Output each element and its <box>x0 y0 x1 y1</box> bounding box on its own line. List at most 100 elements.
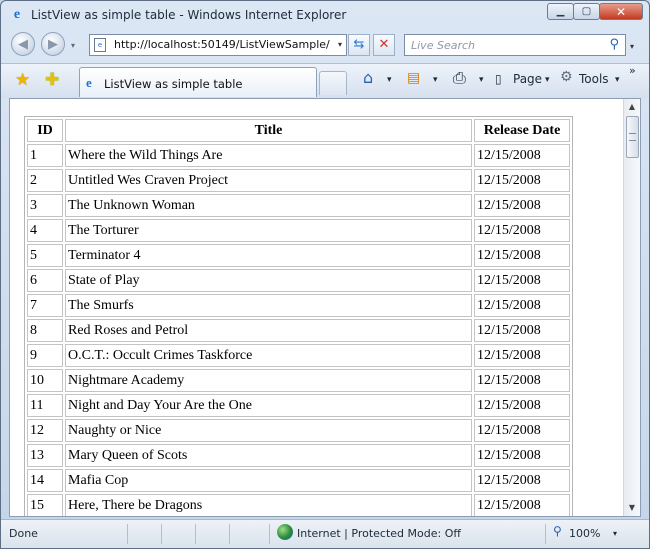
table-row: 11 Night and Day Your Are the One 12/15/20… <box>27 394 570 417</box>
gear-icon[interactable]: ⚙ <box>560 69 573 85</box>
header-title: Title <box>65 119 472 142</box>
status-divider <box>195 524 196 544</box>
refresh-button[interactable]: ⇆ <box>348 34 370 56</box>
scroll-up-icon[interactable]: ▲ <box>624 99 640 115</box>
back-button[interactable]: ◀ <box>11 32 35 56</box>
search-dropdown-icon[interactable]: ▾ <box>630 42 634 51</box>
favorites-star-icon[interactable]: ★ <box>15 70 30 90</box>
cell-release-date: 12/15/2008 <box>474 169 570 192</box>
status-divider <box>269 524 270 544</box>
print-icon[interactable]: ⎙ <box>453 68 466 88</box>
cell-id: 6 <box>27 269 63 292</box>
page-content: ID Title Release Date 1 Where the Wild Th… <box>9 98 641 517</box>
print-dropdown-icon[interactable]: ▾ <box>479 75 484 85</box>
cell-title: State of Play <box>65 269 472 292</box>
table-wrapper: ID Title Release Date 1 Where the Wild Th… <box>24 116 573 516</box>
zoom-icon[interactable]: ⚲ <box>553 524 562 538</box>
tab-label: ListView as simple table <box>104 77 243 91</box>
listview-table: ID Title Release Date 1 Where the Wild Th… <box>24 116 573 516</box>
cell-release-date: 12/15/2008 <box>474 144 570 167</box>
table-header-row: ID Title Release Date <box>27 119 570 142</box>
cell-title: The Torturer <box>65 219 472 242</box>
home-dropdown-icon[interactable]: ▾ <box>387 75 392 85</box>
add-favorites-icon[interactable]: ✚ <box>45 70 59 90</box>
vertical-scrollbar[interactable]: ▲ ▼ <box>623 99 640 516</box>
search-icon[interactable]: ⚲ <box>609 37 619 52</box>
table-row: 2 Untitled Wes Craven Project 12/15/2008 <box>27 169 570 192</box>
cell-id: 8 <box>27 319 63 342</box>
ie-logo-icon: e <box>13 7 21 22</box>
table-row: 4 The Torturer 12/15/2008 <box>27 219 570 242</box>
zoom-level[interactable]: 100% <box>569 527 600 540</box>
cell-id: 4 <box>27 219 63 242</box>
thumb-grip-icon <box>629 133 636 141</box>
cell-release-date: 12/15/2008 <box>474 494 570 516</box>
address-dropdown-icon[interactable]: ▾ <box>338 40 342 49</box>
chevron-more-icon[interactable]: » <box>629 64 636 77</box>
cell-title: Mafia Cop <box>65 469 472 492</box>
maximize-button[interactable]: ▢ <box>573 3 600 20</box>
ie-page-icon: e <box>86 75 92 90</box>
globe-icon <box>277 524 293 540</box>
table-row: 15 Here, There be Dragons 12/15/2008 <box>27 494 570 516</box>
feeds-dropdown-icon[interactable]: ▾ <box>433 75 438 85</box>
minimize-button[interactable]: ▁ <box>547 3 574 20</box>
stop-button[interactable]: ✕ <box>373 34 395 56</box>
forward-button[interactable]: ▶ <box>41 32 65 56</box>
scroll-thumb[interactable] <box>626 116 639 158</box>
table-body: 1 Where the Wild Things Are 12/15/2008 2 Unt… <box>27 144 570 516</box>
cell-id: 13 <box>27 444 63 467</box>
cell-title: The Unknown Woman <box>65 194 472 217</box>
tools-menu-button[interactable]: Tools <box>579 72 609 86</box>
table-row: 12 Naughty or Nice 12/15/2008 <box>27 419 570 442</box>
cell-title: Where the Wild Things Are <box>65 144 472 167</box>
zoom-dropdown-icon[interactable]: ▾ <box>613 529 617 538</box>
scroll-down-icon[interactable]: ▼ <box>624 500 640 516</box>
close-button[interactable]: ✕ <box>599 3 643 20</box>
table-row: 13 Mary Queen of Scots 12/15/2008 <box>27 444 570 467</box>
cell-release-date: 12/15/2008 <box>474 319 570 342</box>
security-zone[interactable]: Internet | Protected Mode: Off <box>297 527 461 540</box>
cell-id: 7 <box>27 294 63 317</box>
search-box[interactable]: Live Search ⚲ <box>404 34 626 56</box>
cell-id: 2 <box>27 169 63 192</box>
address-bar[interactable]: e http://localhost:50149/ListViewSample/… <box>89 34 347 56</box>
cell-release-date: 12/15/2008 <box>474 444 570 467</box>
table-row: 8 Red Roses and Petrol 12/15/2008 <box>27 319 570 342</box>
tab-listview[interactable]: e ListView as simple table <box>79 67 317 97</box>
table-row: 14 Mafia Cop 12/15/2008 <box>27 469 570 492</box>
cell-release-date: 12/15/2008 <box>474 469 570 492</box>
address-input[interactable]: http://localhost:50149/ListViewSample/S <box>114 38 330 51</box>
tools-dropdown-icon[interactable]: ▾ <box>615 75 620 85</box>
home-icon[interactable]: ⌂ <box>363 68 373 87</box>
page-dropdown-icon[interactable]: ▾ <box>545 75 550 85</box>
table-row: 5 Terminator 4 12/15/2008 <box>27 244 570 267</box>
search-input[interactable]: Live Search <box>411 39 475 52</box>
cell-release-date: 12/15/2008 <box>474 244 570 267</box>
recent-pages-dropdown-icon[interactable]: ▾ <box>71 41 75 50</box>
new-tab-button[interactable] <box>319 71 347 95</box>
cell-release-date: 12/15/2008 <box>474 419 570 442</box>
status-divider <box>127 524 128 544</box>
title-bar[interactable]: e ListView as simple table - Windows Int… <box>1 1 649 29</box>
status-divider <box>545 524 546 544</box>
table-row: 6 State of Play 12/15/2008 <box>27 269 570 292</box>
command-row: ★ ✚ e ListView as simple table ⌂ ▾ ▤ ▾ ⎙… <box>1 63 649 98</box>
feeds-icon[interactable]: ▤ <box>407 70 420 86</box>
cell-id: 14 <box>27 469 63 492</box>
browser-window: e ListView as simple table - Windows Int… <box>0 0 650 549</box>
cell-release-date: 12/15/2008 <box>474 369 570 392</box>
table-row: 1 Where the Wild Things Are 12/15/2008 <box>27 144 570 167</box>
window-title: ListView as simple table - Windows Inter… <box>31 8 347 22</box>
table-row: 10 Nightmare Academy 12/15/2008 <box>27 369 570 392</box>
cell-id: 10 <box>27 369 63 392</box>
page-menu-icon[interactable]: ▯ <box>495 72 502 86</box>
page-menu-button[interactable]: Page <box>513 72 542 86</box>
cell-title: Red Roses and Petrol <box>65 319 472 342</box>
table-row: 7 The Smurfs 12/15/2008 <box>27 294 570 317</box>
status-divider <box>229 524 230 544</box>
cell-id: 1 <box>27 144 63 167</box>
cell-release-date: 12/15/2008 <box>474 194 570 217</box>
status-bar: Done Internet | Protected Mode: Off ⚲ 10… <box>1 519 649 548</box>
cell-title: Untitled Wes Craven Project <box>65 169 472 192</box>
